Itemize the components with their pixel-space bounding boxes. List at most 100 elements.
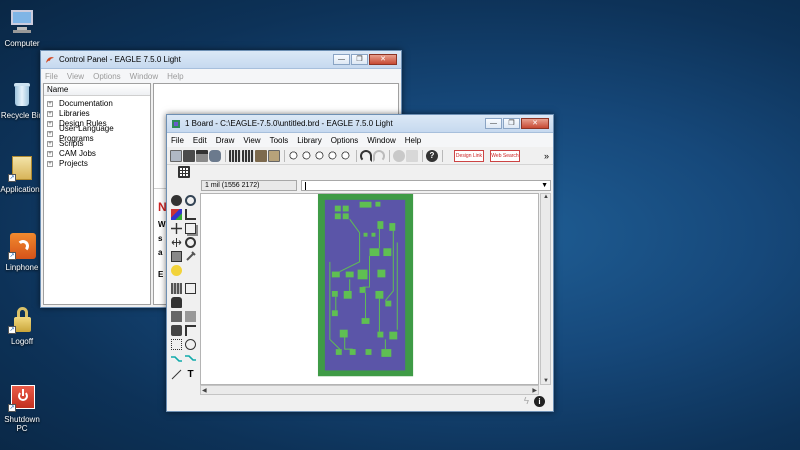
desktop-icon-computer[interactable]: Computer	[0, 8, 44, 48]
rotate-tool-icon[interactable]	[185, 237, 196, 248]
menu-edit[interactable]: Edit	[193, 136, 207, 145]
open-icon[interactable]	[170, 149, 182, 162]
copy-tool-icon[interactable]	[185, 223, 196, 234]
menu-file[interactable]: File	[45, 72, 58, 81]
layer-icon[interactable]	[268, 149, 280, 162]
schematic-icon[interactable]	[229, 149, 241, 162]
zoom-out-icon[interactable]	[314, 149, 326, 162]
smash-tool-icon[interactable]	[171, 325, 182, 336]
board-icon[interactable]	[242, 149, 254, 162]
restore-button[interactable]: ❐	[503, 118, 520, 129]
menu-view[interactable]: View	[243, 136, 260, 145]
desktop-icon-linphone[interactable]: ↗ Linphone	[0, 232, 44, 272]
coordinate-display: 1 mil (1556 2172)	[201, 180, 297, 191]
cam-icon[interactable]	[209, 149, 221, 162]
tree-item-cam-jobs[interactable]: + CAM Jobs	[44, 149, 150, 159]
board-titlebar[interactable]: 1 Board - C:\EAGLE-7.5.0\untitled.brd - …	[167, 115, 553, 133]
library-icon[interactable]	[255, 149, 267, 162]
expand-icon[interactable]: +	[47, 131, 53, 137]
board-editor-window[interactable]: 1 Board - C:\EAGLE-7.5.0\untitled.brd - …	[166, 114, 554, 412]
web-search-button[interactable]: Web Search	[490, 149, 520, 162]
menu-window[interactable]: Window	[367, 136, 395, 145]
show-tool-icon[interactable]	[185, 195, 196, 206]
optimize-tool-icon[interactable]	[185, 339, 196, 350]
menu-draw[interactable]: Draw	[216, 136, 235, 145]
more-tools-icon[interactable]: »	[544, 151, 549, 161]
redo-icon[interactable]	[373, 149, 385, 162]
expand-icon[interactable]: +	[47, 121, 53, 127]
expand-icon[interactable]: +	[47, 101, 53, 107]
board-canvas[interactable]	[200, 193, 539, 385]
pcb-layout[interactable]	[201, 194, 538, 384]
desktop-icon-applications[interactable]: ↗ Applications	[0, 154, 44, 194]
lock-tool-icon[interactable]	[171, 297, 182, 308]
menu-tools[interactable]: Tools	[270, 136, 289, 145]
expand-icon[interactable]: +	[47, 141, 53, 147]
miter-tool-icon[interactable]	[171, 339, 182, 350]
vertical-scrollbar[interactable]: ▲ ▼	[540, 193, 551, 385]
tree-item-documentation[interactable]: + Documentation	[44, 99, 150, 109]
undo-icon[interactable]	[360, 149, 372, 162]
desktop-icon-label: Computer	[4, 39, 40, 48]
paste-tool-icon[interactable]	[171, 265, 182, 276]
go-icon[interactable]	[406, 149, 418, 162]
move-tool-icon[interactable]	[171, 223, 182, 234]
value-tool-icon[interactable]	[185, 311, 196, 322]
maximize-button[interactable]: ❐	[351, 54, 368, 65]
desktop-icon-recycle-bin[interactable]: Recycle Bin	[0, 80, 44, 120]
menu-file[interactable]: File	[171, 136, 184, 145]
menu-window[interactable]: Window	[130, 72, 158, 81]
menu-options[interactable]: Options	[331, 136, 359, 145]
padlock-icon: ↗	[8, 306, 36, 334]
control-panel-titlebar[interactable]: Control Panel - EAGLE 7.5.0 Light — ❐ ✕	[41, 51, 401, 69]
save-icon[interactable]	[183, 149, 195, 162]
wire-tool-icon[interactable]	[171, 369, 182, 380]
tree-item-projects[interactable]: + Projects	[44, 159, 150, 169]
expand-icon[interactable]: +	[47, 111, 53, 117]
ripup-tool-icon[interactable]	[185, 353, 196, 364]
status-info-icon[interactable]: i	[534, 396, 545, 407]
route-tool-icon[interactable]	[171, 353, 182, 364]
preview-text: E	[158, 270, 164, 279]
zoom-in-icon[interactable]	[301, 149, 313, 162]
group-tool-icon[interactable]	[171, 251, 182, 262]
delete-tool-icon[interactable]	[171, 283, 182, 294]
horizontal-scrollbar[interactable]: ◀ ▶	[200, 385, 539, 395]
menu-options[interactable]: Options	[93, 72, 121, 81]
command-history-dropdown[interactable]: ▼	[541, 181, 548, 190]
text-tool-icon[interactable]: T	[185, 369, 196, 380]
name-tool-icon[interactable]	[171, 311, 182, 322]
desktop-icon-shutdown[interactable]: ↗ Shutdown PC	[0, 384, 44, 433]
close-button[interactable]: ✕	[369, 54, 397, 65]
close-button[interactable]: ✕	[521, 118, 549, 129]
expand-icon[interactable]: +	[47, 161, 53, 167]
menu-help[interactable]: Help	[167, 72, 183, 81]
zoom-redraw-icon[interactable]	[327, 149, 339, 162]
mark-tool-icon[interactable]	[185, 209, 196, 220]
mirror-tool-icon[interactable]	[171, 237, 182, 248]
design-link-button[interactable]: Design Link	[454, 149, 484, 162]
desktop-icon-logoff[interactable]: ↗ Logoff	[0, 306, 44, 346]
minimize-button[interactable]: —	[485, 118, 502, 129]
tree-item-libraries[interactable]: + Libraries	[44, 109, 150, 119]
expand-icon[interactable]: +	[47, 151, 53, 157]
menu-view[interactable]: View	[67, 72, 84, 81]
zoom-select-icon[interactable]	[340, 149, 352, 162]
grid-icon[interactable]	[178, 166, 190, 178]
menu-help[interactable]: Help	[405, 136, 421, 145]
tree-item-ulp[interactable]: + User Language Programs	[44, 124, 150, 143]
display-layers-icon[interactable]	[171, 209, 182, 220]
menu-library[interactable]: Library	[297, 136, 321, 145]
desktop-icon-label: Shutdown PC	[4, 415, 40, 433]
split-tool-icon[interactable]	[185, 325, 196, 336]
info-tool-icon[interactable]	[171, 195, 182, 206]
tree-column-header[interactable]: Name	[44, 84, 150, 96]
help-button[interactable]: ?	[426, 149, 438, 162]
print-icon[interactable]	[196, 149, 208, 162]
minimize-button[interactable]: —	[333, 54, 350, 65]
command-line-input[interactable]: ▼	[301, 180, 551, 191]
zoom-fit-icon[interactable]	[288, 149, 300, 162]
add-tool-icon[interactable]	[185, 283, 196, 294]
stop-icon[interactable]	[393, 149, 405, 162]
change-tool-icon[interactable]	[185, 251, 196, 262]
